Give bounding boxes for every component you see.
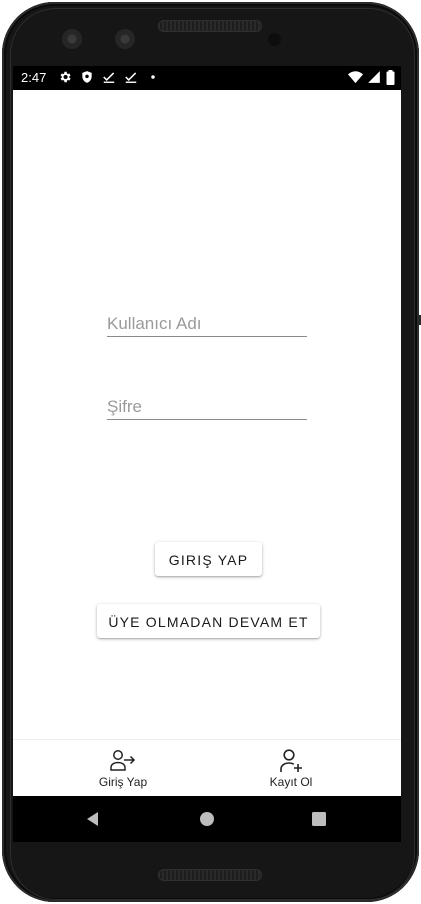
bottom-navigation: Giriş Yap Kayıt Ol xyxy=(13,739,401,797)
recents-icon[interactable] xyxy=(309,809,329,829)
add-user-icon xyxy=(278,749,304,773)
system-status-icons xyxy=(348,70,395,85)
dot-icon xyxy=(146,70,161,85)
back-icon[interactable] xyxy=(83,809,103,829)
app-screen: 2:47 Kullanıcı Adı GIRIŞ YAP ÜYE OLMADAN… xyxy=(13,66,401,842)
front-camera-icon xyxy=(115,29,135,49)
login-button[interactable]: GIRIŞ YAP xyxy=(155,542,262,576)
login-icon xyxy=(110,749,136,773)
signal-icon xyxy=(367,70,382,85)
earpiece-speaker xyxy=(158,20,262,32)
status-bar: 2:47 xyxy=(13,66,401,90)
front-camera-icon xyxy=(62,29,82,49)
nav-item-login[interactable]: Giriş Yap xyxy=(26,740,220,797)
username-input[interactable] xyxy=(107,314,307,334)
shield-icon xyxy=(80,70,95,85)
notification-icons xyxy=(58,70,161,85)
home-icon[interactable] xyxy=(197,809,217,829)
nav-label-register: Kayıt Ol xyxy=(269,775,313,789)
proximity-sensor xyxy=(268,33,281,46)
password-field xyxy=(107,379,307,420)
check-icon xyxy=(124,70,139,85)
wifi-icon xyxy=(348,70,363,85)
battery-icon xyxy=(386,70,395,85)
system-navigation-bar xyxy=(13,796,401,842)
check-icon xyxy=(102,70,117,85)
gear-icon xyxy=(58,70,73,85)
nav-item-register[interactable]: Kayıt Ol xyxy=(194,740,388,797)
continue-as-guest-button[interactable]: ÜYE OLMADAN DEVAM ET xyxy=(97,604,320,638)
device: 2:47 Kullanıcı Adı GIRIŞ YAP ÜYE OLMADAN… xyxy=(0,0,421,904)
bottom-speaker xyxy=(158,869,262,881)
status-time: 2:47 xyxy=(21,70,47,85)
username-field xyxy=(107,296,307,337)
nav-label-login: Giriş Yap xyxy=(98,775,148,789)
password-input[interactable] xyxy=(107,397,307,417)
